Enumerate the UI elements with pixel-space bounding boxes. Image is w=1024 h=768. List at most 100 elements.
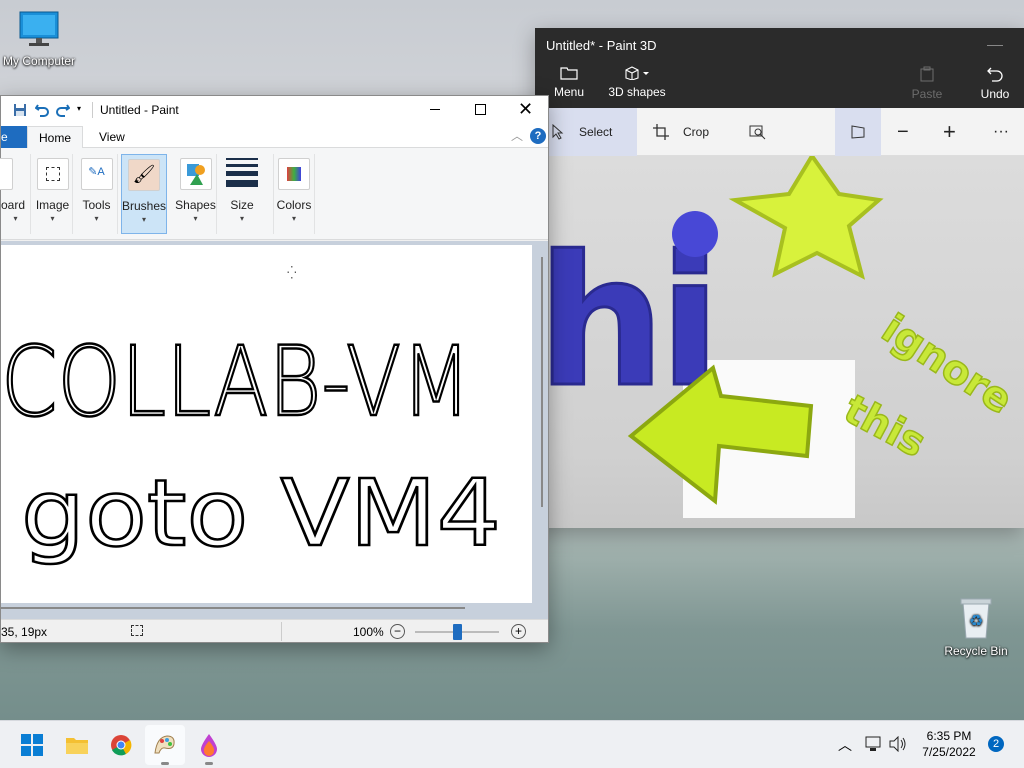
- crop-tool-button[interactable]: Crop: [653, 108, 723, 156]
- zoom-out-button[interactable]: −: [390, 624, 405, 639]
- magic-select-button[interactable]: [749, 108, 781, 156]
- status-divider: [281, 622, 282, 641]
- colors-icon: [278, 158, 310, 190]
- handwritten-drawing: COLLAB-VM goto VM4 ⁛: [0, 266, 502, 568]
- size-group[interactable]: Size ▾: [219, 154, 265, 234]
- file-explorer-icon: [66, 738, 88, 754]
- help-icon[interactable]: ?: [530, 128, 546, 144]
- paint3d-scene[interactable]: hi ignore this: [536, 152, 1024, 528]
- shapes-group[interactable]: Shapes ▾: [175, 154, 217, 234]
- paint-taskbar-button[interactable]: [145, 725, 185, 765]
- show-hidden-icons-button[interactable]: ︿: [838, 735, 852, 755]
- quick-access-dropdown-icon[interactable]: ▾: [77, 104, 81, 113]
- paste-button[interactable]: Paste: [907, 66, 947, 101]
- clipboard-icon: [920, 66, 934, 82]
- paint3d-taskbar-button[interactable]: [189, 725, 229, 765]
- start-button[interactable]: [12, 725, 52, 765]
- cursor-coordinates: 35, 19px: [1, 625, 48, 639]
- minimize-button[interactable]: [430, 109, 440, 110]
- zoom-out-button[interactable]: −: [897, 108, 921, 156]
- paint3d-toolbar: Select Crop − + ···: [535, 108, 1024, 156]
- size-lines-icon: [226, 158, 258, 187]
- 3d-star: [728, 152, 884, 280]
- chrome-icon: [111, 735, 132, 756]
- chrome-button[interactable]: [101, 725, 141, 765]
- vertical-scrollbar[interactable]: [541, 257, 543, 507]
- paint3d-title: Untitled* - Paint 3D: [546, 38, 657, 53]
- view-toggle-button[interactable]: [835, 108, 881, 156]
- colors-group[interactable]: Colors ▾: [273, 154, 315, 234]
- tab-file[interactable]: e: [1, 126, 27, 148]
- dropdown-arrow: ▾: [141, 215, 146, 224]
- image-group[interactable]: Image ▾: [33, 154, 73, 234]
- 3d-shapes-button[interactable]: 3D shapes: [607, 66, 667, 99]
- dropdown-arrow: ▾: [239, 214, 244, 223]
- undo-label: Undo: [980, 87, 1010, 101]
- undo-icon: [987, 67, 1003, 82]
- zoom-slider-thumb[interactable]: [452, 624, 462, 640]
- volume-icon[interactable]: [889, 736, 907, 752]
- 3d-text-ignore-this: ignore this: [836, 305, 1022, 467]
- paint-titlebar: ▾ Untitled - Paint ✕: [1, 96, 548, 124]
- recycle-bin-icon: ♻: [960, 598, 992, 639]
- title-divider: [92, 102, 93, 118]
- clock-area[interactable]: 6:35 PM 7/25/2022: [918, 728, 980, 760]
- undo-button[interactable]: Undo: [975, 66, 1015, 101]
- paint-window: ▾ Untitled - Paint ✕ e Home View ︿ ? oar…: [0, 95, 549, 643]
- zoom-in-button[interactable]: +: [511, 624, 526, 639]
- menu-label: Menu: [553, 85, 585, 99]
- maximize-button[interactable]: [475, 104, 486, 115]
- clipboard-icon: [0, 158, 13, 190]
- dropdown-arrow: ▾: [13, 214, 18, 223]
- svg-text:♻: ♻: [969, 611, 983, 630]
- more-options-button[interactable]: ···: [993, 108, 1017, 156]
- tools-group[interactable]: ✎A Tools ▾: [76, 154, 118, 234]
- drawing-canvas[interactable]: COLLAB-VM goto VM4 ⁛: [0, 245, 532, 603]
- zoom-level: 100%: [353, 625, 384, 639]
- network-icon[interactable]: [864, 736, 882, 752]
- paint3d-header: Untitled* - Paint 3D Menu 3D shapes Past…: [535, 28, 1024, 108]
- monitor-icon: [19, 11, 59, 46]
- folder-icon: [560, 67, 578, 80]
- undo-icon[interactable]: [35, 103, 49, 117]
- desktop-icon-my-computer[interactable]: My Computer: [0, 10, 78, 68]
- paint-icon: [154, 735, 175, 754]
- 3d-shapes-label: 3D shapes: [608, 85, 666, 99]
- clipboard-group[interactable]: oard ▾: [0, 154, 31, 234]
- file-explorer-button[interactable]: [57, 725, 97, 765]
- selection-size-icon: [131, 625, 143, 636]
- paste-label: Paste: [911, 87, 943, 101]
- desktop-icon-label: My Computer: [2, 54, 76, 68]
- tab-home[interactable]: Home: [27, 126, 83, 149]
- crop-label: Crop: [683, 125, 710, 139]
- running-indicator: [161, 762, 169, 765]
- horizontal-scrollbar[interactable]: [1, 607, 465, 609]
- zoom-slider[interactable]: [415, 624, 499, 640]
- zoom-in-button[interactable]: +: [943, 108, 967, 156]
- notification-badge[interactable]: 2: [988, 736, 1004, 752]
- brush-icon: 🖌: [128, 159, 160, 191]
- scene-drawing: hi ignore this: [536, 152, 1022, 518]
- close-button[interactable]: ✕: [518, 99, 533, 120]
- save-icon[interactable]: [13, 103, 27, 117]
- canvas-line-1: COLLAB-VM: [1, 326, 471, 438]
- collapse-ribbon-icon[interactable]: ︿: [511, 127, 523, 144]
- minimize-button[interactable]: [987, 34, 1003, 46]
- tab-view[interactable]: View: [99, 130, 125, 144]
- dropdown-arrow: ▾: [193, 214, 198, 223]
- redo-icon[interactable]: [56, 103, 70, 117]
- desktop-icon-recycle-bin[interactable]: ♻ Recycle Bin: [940, 596, 1012, 658]
- menu-button[interactable]: Menu: [549, 66, 589, 99]
- brushes-group[interactable]: 🖌 Brushes ▾: [121, 154, 167, 234]
- paint-title: Untitled - Paint: [100, 103, 179, 117]
- cube-icon: [625, 66, 649, 81]
- paint3d-icon: [201, 734, 217, 757]
- magic-select-icon: [749, 125, 766, 140]
- select-rect-icon: [36, 158, 69, 190]
- dropdown-arrow: ▾: [50, 214, 55, 223]
- crop-icon: [653, 124, 669, 140]
- select-tool-button[interactable]: Select: [535, 108, 637, 156]
- canvas-line-2: goto VM4: [21, 460, 501, 567]
- clock-time: 6:35 PM: [926, 729, 972, 743]
- crosshair-cursor: ⁛: [287, 266, 297, 280]
